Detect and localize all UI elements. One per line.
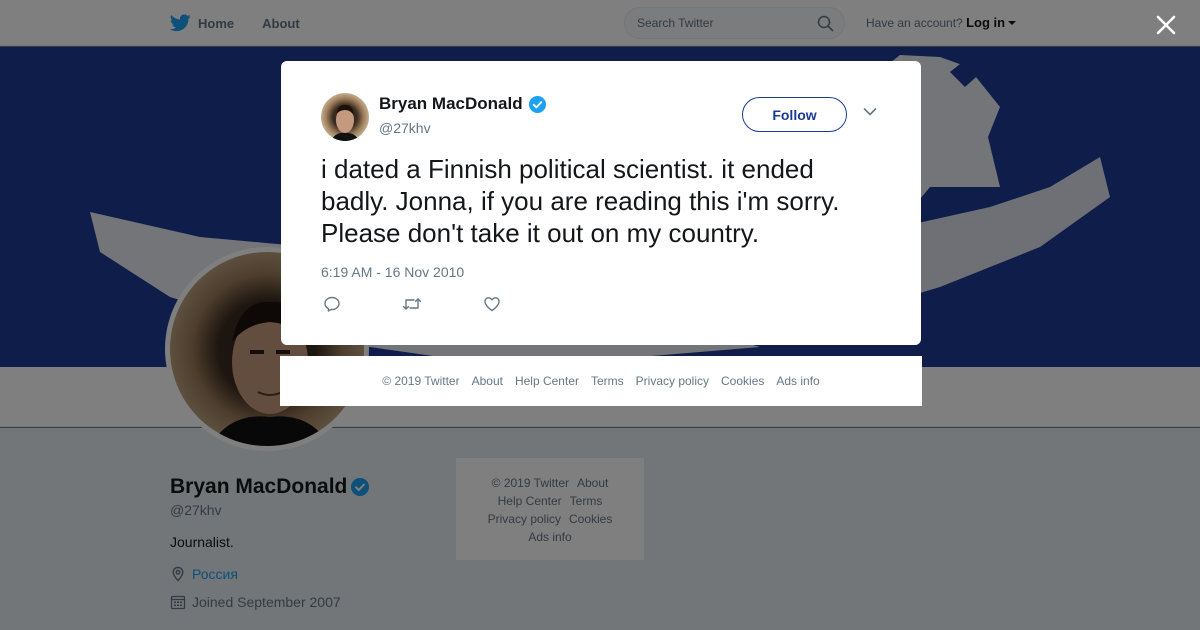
- tweet-avatar-image: [321, 93, 369, 141]
- reply-icon[interactable]: [323, 295, 341, 313]
- retweet-icon[interactable]: [402, 295, 422, 313]
- modal-footer-help[interactable]: Help Center: [515, 374, 579, 388]
- tweet-modal: Bryan MacDonald @27khv Follow i dated a …: [281, 61, 921, 345]
- chevron-down-icon[interactable]: [863, 107, 877, 117]
- follow-button[interactable]: Follow: [742, 97, 847, 132]
- verified-badge-icon: [528, 95, 546, 113]
- tweet-author-handle[interactable]: @27khv: [379, 120, 431, 136]
- modal-footer-about[interactable]: About: [472, 374, 503, 388]
- tweet-text: i dated a Finnish political scientist. i…: [321, 154, 840, 248]
- modal-footer-ads[interactable]: Ads info: [776, 374, 819, 388]
- tweet-author-name: Bryan MacDonald: [379, 94, 547, 114]
- tweet-timestamp[interactable]: 6:19 AM - 16 Nov 2010: [321, 264, 464, 280]
- close-icon[interactable]: [1153, 12, 1179, 38]
- like-icon[interactable]: [483, 295, 501, 313]
- tweet-author-name-text[interactable]: Bryan MacDonald: [379, 94, 523, 114]
- modal-footer-cookies[interactable]: Cookies: [721, 374, 764, 388]
- modal-footer-copyright: © 2019 Twitter: [382, 374, 460, 388]
- modal-footer-terms[interactable]: Terms: [591, 374, 624, 388]
- tweet-avatar[interactable]: [321, 93, 369, 141]
- modal-footer: © 2019 Twitter About Help Center Terms P…: [280, 356, 922, 406]
- modal-footer-privacy[interactable]: Privacy policy: [636, 374, 709, 388]
